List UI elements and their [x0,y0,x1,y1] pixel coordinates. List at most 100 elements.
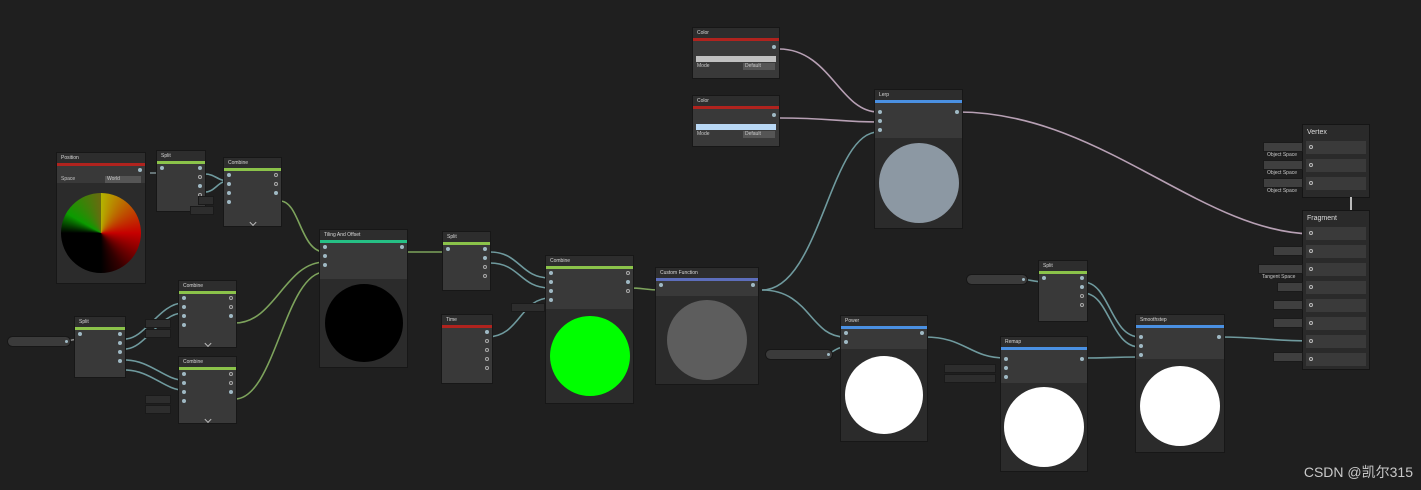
output-port[interactable] [274,182,278,186]
space-selector[interactable]: Object Space [1264,179,1302,194]
slot-port[interactable] [1309,285,1313,289]
vertex-slot[interactable] [1306,159,1366,172]
value-field[interactable] [945,365,995,372]
value-field[interactable] [146,406,170,413]
input-port[interactable] [182,296,186,300]
output-port[interactable] [198,166,202,170]
output-port[interactable] [485,357,489,361]
fragment-slot[interactable] [1306,335,1366,348]
position-node[interactable]: Position Space World [57,153,145,283]
output-port[interactable] [485,339,489,343]
vertex-slot[interactable] [1306,141,1366,154]
value-field[interactable] [146,320,170,327]
vertex-slot[interactable] [1306,177,1366,190]
value-field[interactable] [191,207,213,214]
value-field[interactable] [512,304,544,311]
output-port[interactable] [1080,357,1084,361]
power-node[interactable]: Power [841,316,927,441]
fragment-slot[interactable] [1306,263,1366,276]
fragment-slot[interactable] [1306,353,1366,366]
output-port[interactable] [485,348,489,352]
slot-port[interactable] [1309,357,1313,361]
output-port[interactable] [198,184,202,188]
property-pill[interactable] [766,350,832,359]
slot-port[interactable] [1309,163,1313,167]
split-node[interactable]: Split [1039,261,1087,321]
output-port[interactable] [400,245,404,249]
output-port[interactable] [772,113,776,117]
mode-dropdown[interactable]: Default [743,131,775,138]
output-port[interactable] [229,296,233,300]
slot-port[interactable] [1309,181,1313,185]
input-port[interactable] [323,245,327,249]
slot-port[interactable] [1309,267,1313,271]
output-port[interactable] [229,314,233,318]
input-port[interactable] [1004,357,1008,361]
input-port[interactable] [1139,353,1143,357]
output-port[interactable] [118,341,122,345]
input-port[interactable] [844,331,848,335]
output-port[interactable] [1080,294,1084,298]
output-port[interactable] [483,256,487,260]
slot-port[interactable] [1309,249,1313,253]
input-port[interactable] [227,191,231,195]
input-port[interactable] [227,200,231,204]
input-port[interactable] [549,298,553,302]
fragment-control[interactable] [1274,353,1302,361]
space-dropdown[interactable]: World [105,176,141,183]
input-port[interactable] [1004,366,1008,370]
input-port[interactable] [78,332,82,336]
output-port[interactable] [626,280,630,284]
output-port[interactable] [1080,285,1084,289]
output-port[interactable] [229,390,233,394]
combine-node[interactable]: Combine [224,158,281,227]
chevron-down-icon[interactable] [203,339,212,348]
input-port[interactable] [1042,276,1046,280]
output-port[interactable] [920,331,924,335]
input-port[interactable] [227,182,231,186]
fragment-slot[interactable] [1306,317,1366,330]
output-port[interactable] [955,110,959,114]
color-node[interactable]: Color Mode Default [693,96,779,146]
input-port[interactable] [1139,344,1143,348]
input-port[interactable] [878,119,882,123]
chevron-down-icon[interactable] [248,218,257,227]
output-port[interactable] [229,305,233,309]
output-port[interactable] [1080,303,1084,307]
split-node[interactable]: Split [443,232,490,290]
combine-node[interactable]: Combine [179,357,236,424]
tiling-and-offset-node[interactable]: Tiling And Offset [320,230,407,367]
input-port[interactable] [549,289,553,293]
output-port[interactable] [1080,276,1084,280]
time-node[interactable]: Time [442,315,492,383]
custom-function-node[interactable]: Custom Function [656,268,758,384]
smoothstep-node[interactable]: Smoothstep [1136,315,1224,452]
lerp-node[interactable]: Lerp [875,90,962,228]
property-pill[interactable] [967,275,1027,284]
output-port[interactable] [198,175,202,179]
input-port[interactable] [549,280,553,284]
fragment-control[interactable] [1274,319,1302,327]
input-port[interactable] [182,381,186,385]
combine-node[interactable]: Combine [546,256,633,403]
output-port[interactable] [626,289,630,293]
input-port[interactable] [878,110,882,114]
input-port[interactable] [323,254,327,258]
input-port[interactable] [844,340,848,344]
space-selector[interactable]: Object Space [1264,161,1302,176]
chevron-down-icon[interactable] [203,415,212,424]
input-port[interactable] [323,263,327,267]
fragment-slot[interactable] [1306,245,1366,258]
value-field[interactable] [945,375,995,382]
value-field[interactable] [199,197,213,204]
input-port[interactable] [182,372,186,376]
output-port[interactable] [229,381,233,385]
input-port[interactable] [182,305,186,309]
output-port[interactable] [274,173,278,177]
output-port[interactable] [772,45,776,49]
output-port[interactable] [138,168,142,172]
slot-port[interactable] [1309,231,1313,235]
input-port[interactable] [659,283,663,287]
input-port[interactable] [182,399,186,403]
slot-port[interactable] [1309,145,1313,149]
